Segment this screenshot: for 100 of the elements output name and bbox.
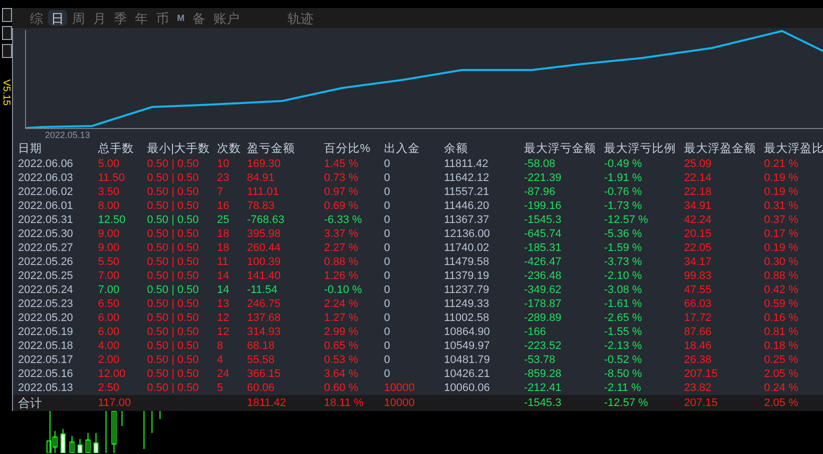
toolbar-button[interactable]	[2, 44, 12, 58]
table-cell: 2.05 %	[764, 368, 798, 380]
column-header: 最大浮亏比例	[604, 142, 676, 154]
table-cell: 12.00	[98, 368, 126, 380]
tab[interactable]: M	[174, 10, 188, 26]
table-cell: -1.59 %	[604, 242, 642, 254]
table-cell: 2.24 %	[324, 298, 358, 310]
table-cell: 22.05	[684, 242, 712, 254]
table-cell: 366.15	[247, 368, 281, 380]
table-cell: 11237.79	[444, 284, 490, 296]
table-cell: 78.83	[247, 200, 275, 212]
table-cell: 7	[217, 186, 224, 198]
table-cell: -5.36 %	[604, 228, 642, 240]
column-header: 余额	[444, 142, 468, 154]
table-cell: 2022.06.01	[18, 200, 74, 212]
version-label: V5.15	[0, 78, 12, 106]
table-cell: 2022.06.03	[18, 172, 74, 184]
tab[interactable]: 日	[48, 10, 67, 26]
table-cell: 11002.58	[444, 312, 490, 324]
tab[interactable]: 账户	[210, 10, 242, 26]
tab[interactable]: 综	[27, 10, 46, 26]
tab[interactable]: 周	[69, 10, 88, 26]
table-cell: 0	[384, 270, 390, 282]
table-cell: 1.45 %	[324, 158, 358, 170]
table-cell: -2.65 %	[604, 312, 642, 324]
table-cell: -645.74	[524, 228, 562, 240]
table-cell: -0.52 %	[604, 354, 642, 366]
tab[interactable]: 币	[153, 10, 172, 26]
table-cell: 6.00	[98, 326, 120, 338]
table-cell: 0.18 %	[764, 340, 798, 352]
table-cell: -289.89	[524, 312, 562, 324]
table-cell: 2022.05.20	[18, 312, 74, 324]
table-cell: -185.31	[524, 242, 562, 254]
table-cell: 0.50 | 0.50	[147, 214, 199, 226]
table-cell: 17.72	[684, 312, 712, 324]
table-cell: 0.88 %	[764, 270, 798, 282]
table-cell: 0.65 %	[324, 340, 358, 352]
table-cell: 2022.05.23	[18, 298, 74, 310]
table-cell: 0.21 %	[764, 158, 798, 170]
table-cell: 0.30 %	[764, 256, 798, 268]
table-cell: 16	[217, 200, 230, 212]
table-cell: 2022.05.31	[18, 214, 74, 226]
tab[interactable]: 轨迹	[284, 10, 316, 26]
table-cell: 314.93	[247, 326, 281, 338]
table-cell: 10	[217, 158, 230, 170]
table-cell: 0.88 %	[324, 256, 358, 268]
column-header: 日期	[18, 142, 42, 154]
table-cell: 0.31 %	[764, 200, 798, 212]
table-cell: -58.08	[524, 158, 556, 170]
table-cell: 0	[384, 186, 390, 198]
table-cell: 0.50 | 0.50	[147, 186, 199, 198]
table-cell: 2022.05.16	[18, 368, 74, 380]
table-cell: 0.37 %	[764, 214, 798, 226]
table-cell: 25	[217, 214, 230, 226]
column-header: 最大浮亏金额	[524, 142, 596, 154]
table-cell: 68.18	[247, 340, 275, 352]
table-cell: 10864.90	[444, 326, 490, 338]
table-cell: 0.50 | 0.50	[147, 326, 199, 338]
table-cell: -166	[524, 326, 546, 338]
tab[interactable]: 年	[132, 10, 151, 26]
table-cell: 0	[384, 284, 390, 296]
table-cell: 2022.05.30	[18, 228, 74, 240]
tab[interactable]: 备	[190, 10, 208, 26]
column-header: 最小|大手数	[147, 142, 210, 154]
table-cell: -2.10 %	[604, 270, 642, 282]
table-cell: 0	[384, 228, 390, 240]
table-cell: 0	[384, 214, 390, 226]
table-cell: 13	[217, 298, 230, 310]
table-cell: 11811.42	[444, 158, 488, 170]
table-cell: 60.06	[247, 382, 275, 394]
table-cell: -236.48	[524, 270, 562, 282]
table-cell: 11557.21	[444, 186, 490, 198]
table-cell: 11446.20	[444, 200, 490, 212]
table-cell: -1.61 %	[604, 298, 642, 310]
table-cell: 0.50 | 0.50	[147, 298, 199, 310]
table-cell: 0	[384, 326, 390, 338]
toolbar-button[interactable]	[2, 8, 12, 22]
table-cell: 0.69 %	[324, 200, 358, 212]
table-cell: 11740.02	[444, 242, 490, 254]
table-cell: 2022.05.26	[18, 256, 74, 268]
tab[interactable]: 月	[90, 10, 109, 26]
tab[interactable]: 季	[111, 10, 130, 26]
table-cell: 7.00	[98, 284, 120, 296]
table-cell: 100.39	[247, 256, 281, 268]
table-cell: 3.50	[98, 186, 120, 198]
help-button[interactable]	[2, 26, 12, 40]
table-cell: 2022.05.24	[18, 284, 74, 296]
table-cell: 395.98	[247, 228, 281, 240]
table-cell: 84.91	[247, 172, 275, 184]
axis-date-label: 2022.05.13	[45, 131, 92, 140]
table-cell: 23.82	[684, 382, 712, 394]
table-cell: 11379.19	[444, 270, 490, 282]
table-cell: 2022.05.19	[18, 326, 74, 338]
table-cell: 0.60 %	[324, 382, 358, 394]
table-cell: 18	[217, 228, 230, 240]
table-cell: 14	[217, 284, 230, 296]
table-cell: 2022.06.02	[18, 186, 74, 198]
table-cell: -221.39	[524, 172, 562, 184]
table-cell: 9.00	[98, 242, 120, 254]
table-cell: 42.24	[684, 214, 712, 226]
